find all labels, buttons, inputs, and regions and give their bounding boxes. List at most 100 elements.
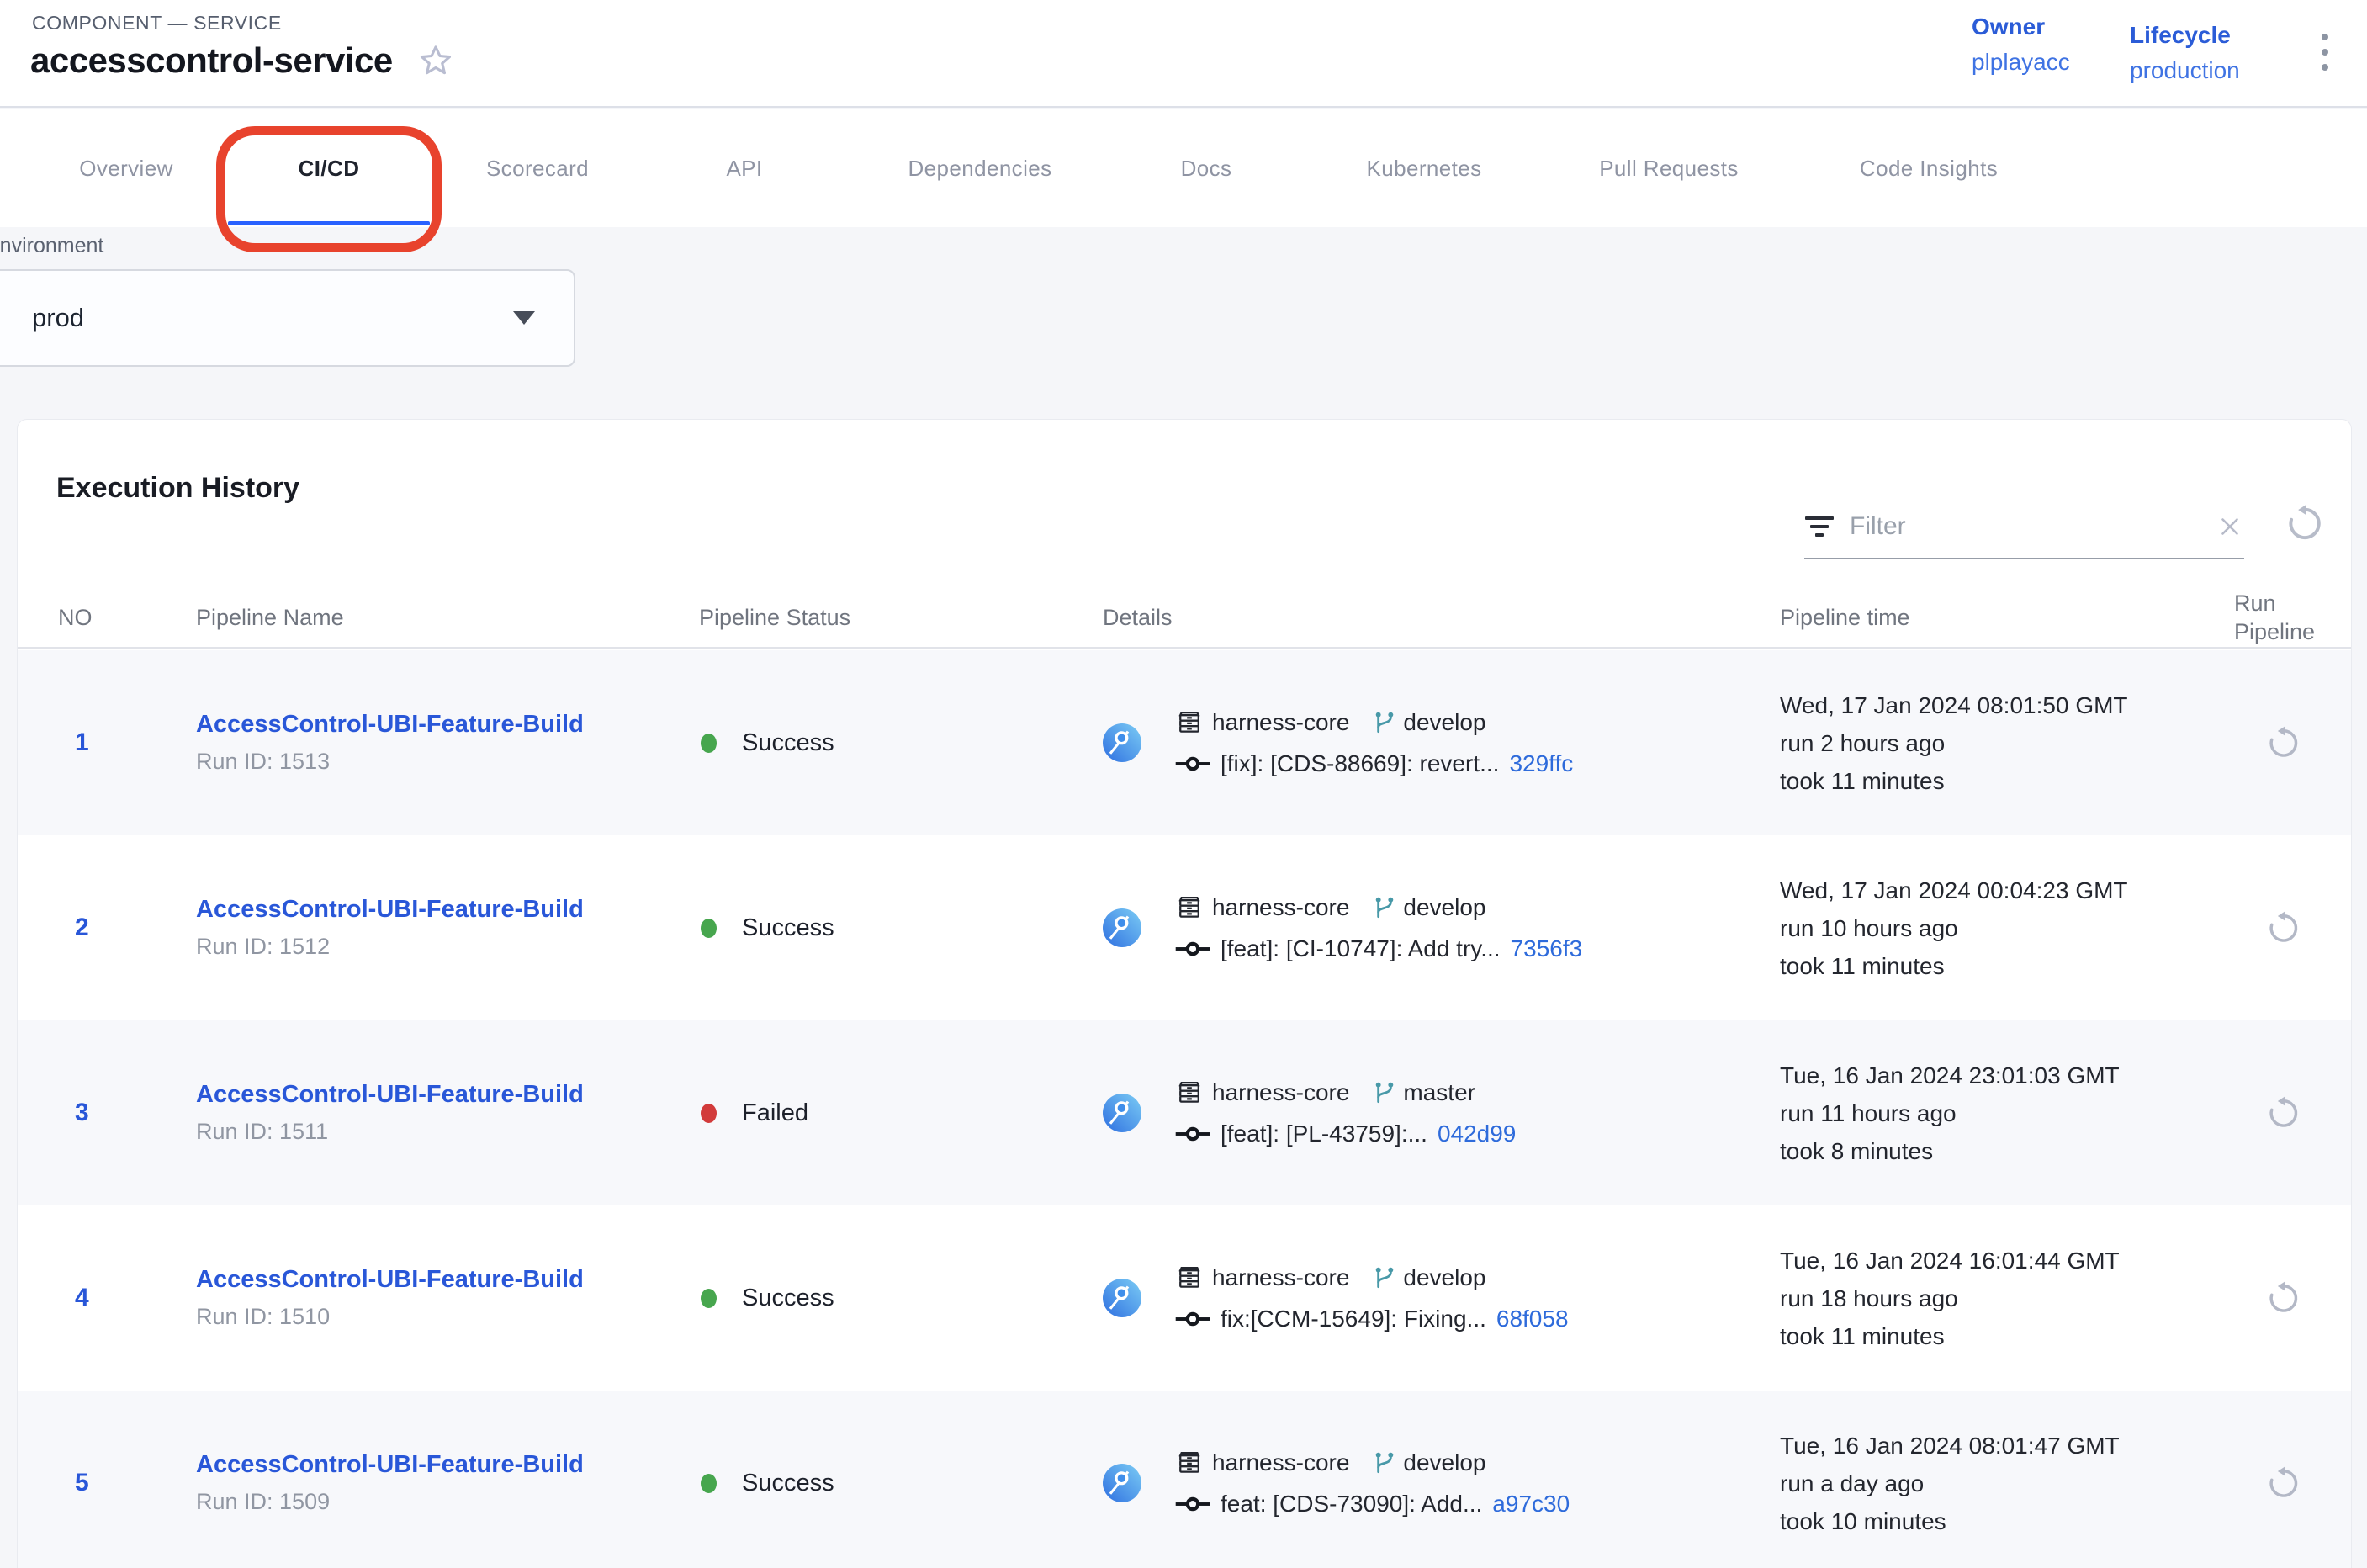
branch-name: develop	[1403, 1449, 1485, 1476]
run-pipeline-icon[interactable]	[2264, 909, 2301, 946]
pipeline-time-ago: run a day ago	[1780, 1465, 2234, 1502]
run-pipeline-icon[interactable]	[2264, 1279, 2301, 1316]
refresh-icon[interactable]	[2282, 502, 2324, 549]
row-number-link[interactable]: 5	[58, 1469, 89, 1496]
run-id-label: Run ID: 1512	[196, 934, 699, 960]
more-options-kebab-icon[interactable]	[2308, 34, 2342, 84]
environment-selected-value: prod	[32, 303, 84, 333]
tab-bar: Overview CI/CD Scorecard API Dependencies Doc…	[0, 109, 2367, 227]
section-title: Execution History	[56, 472, 299, 505]
row-number-link[interactable]: 3	[58, 1099, 89, 1126]
commit-hash-link[interactable]: a97c30	[1492, 1491, 1570, 1518]
table-row: 1 AccessControl-UBI-Feature-Build Run ID…	[18, 650, 2351, 835]
tab-pull-requests[interactable]: Pull Requests	[1599, 109, 1739, 227]
clear-filter-icon[interactable]	[2216, 512, 2244, 541]
repo-name: harness-core	[1212, 1264, 1349, 1291]
pipeline-execution-icon[interactable]	[1103, 1094, 1141, 1132]
pipeline-name-link[interactable]: AccessControl-UBI-Feature-Build	[196, 896, 699, 924]
commit-hash-link[interactable]: 329ffc	[1509, 750, 1573, 777]
row-number-link[interactable]: 2	[58, 914, 89, 941]
filter-input[interactable]	[1850, 512, 2200, 541]
col-header-details: Details	[1103, 605, 1780, 631]
status-dot	[701, 1474, 717, 1493]
pipeline-time-ago: run 11 hours ago	[1780, 1094, 2234, 1132]
row-number-link[interactable]: 4	[58, 1284, 89, 1311]
run-pipeline-icon[interactable]	[2264, 724, 2301, 761]
status-label: Success	[742, 729, 834, 757]
git-branch-icon	[1371, 1079, 1398, 1106]
repository-icon	[1175, 893, 1204, 922]
run-id-label: Run ID: 1510	[196, 1304, 699, 1330]
pipeline-time-gmt: Wed, 17 Jan 2024 08:01:50 GMT	[1780, 686, 2234, 724]
col-header-pipeline-time: Pipeline time	[1780, 605, 2234, 631]
col-header-pipeline-status: Pipeline Status	[699, 605, 1103, 631]
git-commit-icon	[1175, 755, 1210, 773]
status-label: Success	[742, 914, 834, 942]
run-pipeline-icon[interactable]	[2264, 1465, 2301, 1502]
tab-kubernetes[interactable]: Kubernetes	[1367, 109, 1482, 227]
branch-name: develop	[1403, 894, 1485, 921]
tab-code-insights[interactable]: Code Insights	[1860, 109, 1998, 227]
pipeline-name-link[interactable]: AccessControl-UBI-Feature-Build	[196, 711, 699, 739]
pipeline-duration: took 11 minutes	[1780, 762, 2234, 800]
repo-name: harness-core	[1212, 894, 1349, 921]
tab-dependencies[interactable]: Dependencies	[908, 109, 1051, 227]
table-row: 5 AccessControl-UBI-Feature-Build Run ID…	[18, 1391, 2351, 1568]
commit-message: [feat]: [PL-43759]:...	[1221, 1120, 1427, 1147]
chevron-down-icon	[513, 311, 535, 325]
repo-name: harness-core	[1212, 709, 1349, 736]
commit-hash-link[interactable]: 042d99	[1438, 1120, 1516, 1147]
tab-docs[interactable]: Docs	[1181, 109, 1232, 227]
table-row: 4 AccessControl-UBI-Feature-Build Run ID…	[18, 1205, 2351, 1391]
pipeline-name-link[interactable]: AccessControl-UBI-Feature-Build	[196, 1266, 699, 1294]
pipeline-execution-icon[interactable]	[1103, 1279, 1141, 1317]
status-label: Success	[742, 1470, 834, 1497]
pipeline-duration: took 8 minutes	[1780, 1132, 2234, 1170]
git-branch-icon	[1371, 1264, 1398, 1291]
col-header-pipeline-name: Pipeline Name	[196, 605, 699, 631]
status-label: Failed	[742, 1099, 808, 1127]
commit-message: fix:[CCM-15649]: Fixing...	[1221, 1306, 1486, 1332]
lifecycle-value: production	[2130, 57, 2240, 84]
branch-name: master	[1403, 1079, 1475, 1106]
tab-api[interactable]: API	[726, 109, 762, 227]
pipeline-name-link[interactable]: AccessControl-UBI-Feature-Build	[196, 1451, 699, 1479]
tab-scorecard[interactable]: Scorecard	[486, 109, 589, 227]
tab-overview[interactable]: Overview	[79, 109, 173, 227]
pipeline-time-gmt: Tue, 16 Jan 2024 23:01:03 GMT	[1780, 1057, 2234, 1094]
commit-message: feat: [CDS-73090]: Add...	[1221, 1491, 1482, 1518]
pipeline-duration: took 11 minutes	[1780, 947, 2234, 985]
row-number-link[interactable]: 1	[58, 728, 89, 756]
environment-select[interactable]: prod	[0, 269, 575, 367]
owner-value-link[interactable]: plplayacc	[1972, 49, 2070, 76]
repository-icon	[1175, 1263, 1204, 1292]
table-header-row: NO Pipeline Name Pipeline Status Details…	[18, 588, 2351, 649]
page-title: accesscontrol-service	[30, 40, 393, 81]
owner-label: Owner	[1972, 13, 2070, 40]
col-header-no: NO	[58, 605, 196, 631]
pipeline-time-ago: run 2 hours ago	[1780, 724, 2234, 762]
branch-name: develop	[1403, 709, 1485, 736]
pipeline-execution-icon[interactable]	[1103, 723, 1141, 762]
favorite-star-icon[interactable]	[416, 41, 455, 80]
table-body: 1 AccessControl-UBI-Feature-Build Run ID…	[18, 650, 2351, 1568]
run-pipeline-icon[interactable]	[2264, 1094, 2301, 1131]
commit-hash-link[interactable]: 68f058	[1496, 1306, 1569, 1332]
pipeline-duration: took 10 minutes	[1780, 1502, 2234, 1540]
pipeline-time-gmt: Tue, 16 Jan 2024 16:01:44 GMT	[1780, 1242, 2234, 1279]
git-commit-icon	[1175, 1125, 1210, 1143]
tab-ci-cd[interactable]: CI/CD	[299, 109, 360, 227]
status-dot	[701, 734, 717, 753]
pipeline-execution-icon[interactable]	[1103, 1464, 1141, 1502]
filter-icon	[1804, 516, 1835, 537]
pipeline-duration: took 11 minutes	[1780, 1317, 2234, 1355]
pipeline-name-link[interactable]: AccessControl-UBI-Feature-Build	[196, 1081, 699, 1109]
pipeline-time-ago: run 10 hours ago	[1780, 909, 2234, 947]
commit-message: [feat]: [CI-10747]: Add try...	[1221, 935, 1501, 962]
col-header-run-pipeline: Run Pipeline	[2234, 589, 2351, 646]
status-dot	[701, 1104, 717, 1123]
repository-icon	[1175, 708, 1204, 737]
environment-label: Environment	[0, 234, 103, 258]
commit-hash-link[interactable]: 7356f3	[1511, 935, 1583, 962]
pipeline-execution-icon[interactable]	[1103, 908, 1141, 947]
